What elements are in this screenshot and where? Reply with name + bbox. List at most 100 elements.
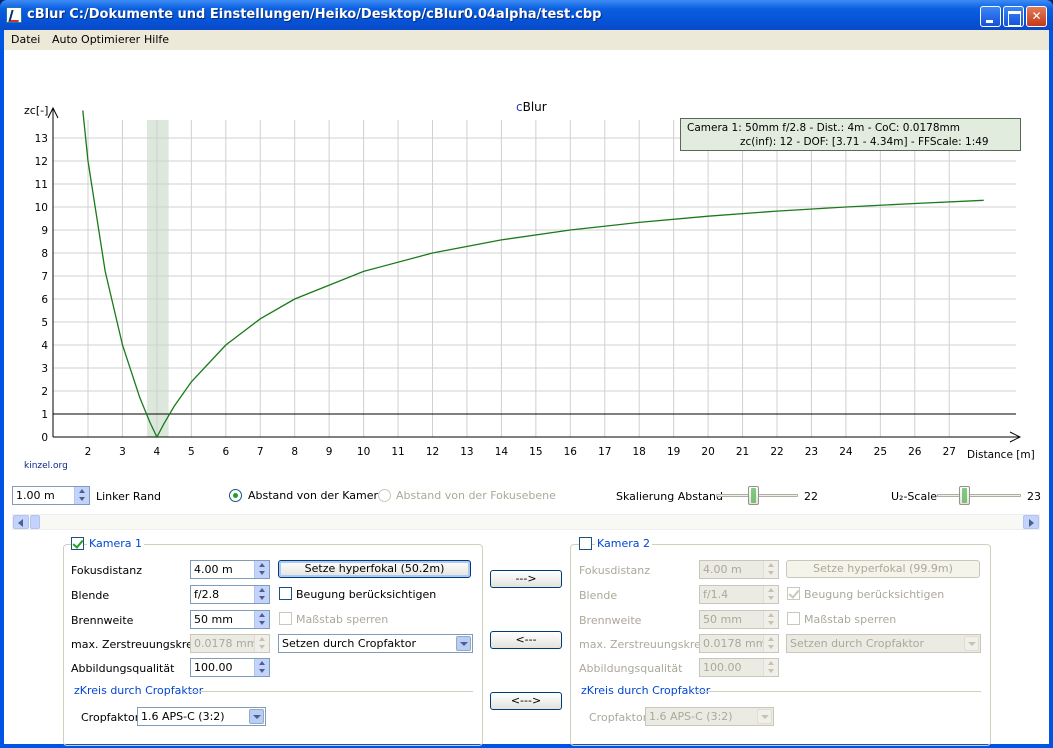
camera1-title[interactable]: Kamera 1: [87, 537, 145, 550]
camera1-coc-mode-select[interactable]: Setzen durch Cropfaktor: [278, 634, 473, 653]
camera2-focus-spinbox[interactable]: 4.00 m: [699, 560, 779, 579]
camera2-lock-scale-label[interactable]: Maßstab sperren: [804, 613, 896, 626]
camera2-title[interactable]: Kamera 2: [595, 537, 653, 550]
x-tick-label: 16: [564, 446, 578, 458]
x-tick-label: 24: [839, 446, 853, 458]
x-tick-label: 20: [701, 446, 714, 458]
scroll-left-icon[interactable]: [13, 515, 29, 529]
app-icon[interactable]: [6, 7, 22, 23]
blur-chart[interactable]: 2 3 4 5 6 7 8 9 10 11 12 13 14 15 16 17 18 19 20 21 22 23 24 25…: [4, 50, 1049, 476]
y-axis-label: zc[-]: [24, 104, 48, 117]
camera1-diffraction-checkbox[interactable]: [279, 587, 292, 600]
camera2-focal-label: Brennweite: [579, 614, 642, 627]
camera1-hyperfocal-button[interactable]: Setze hyperfokal (50.2m): [278, 560, 471, 578]
spin-arrows-icon[interactable]: [254, 586, 269, 603]
chart-area[interactable]: 2 3 4 5 6 7 8 9 10 11 12 13 14 15 16 17 18 19 20 21 22 23 24 25…: [4, 50, 1049, 476]
x-tick-label: 3: [119, 446, 126, 458]
spin-arrows-icon[interactable]: [763, 586, 778, 603]
left-edge-label: Linker Rand: [96, 490, 162, 503]
camera2-focal-spinbox[interactable]: 50 mm: [699, 610, 779, 629]
camera2-lock-scale-checkbox[interactable]: [787, 612, 800, 625]
camera2-quality-spinbox[interactable]: 100.00: [699, 658, 779, 677]
uscale-slider[interactable]: [937, 494, 1021, 497]
camera2-coc-spinbox[interactable]: 0.0178 mm: [699, 634, 779, 653]
chart-title-rest: Blur: [523, 100, 547, 114]
spin-arrows-icon[interactable]: [254, 611, 269, 628]
camera2-coc-mode-select[interactable]: Setzen durch Cropfaktor: [786, 634, 981, 653]
camera2-aperture-label: Blende: [579, 589, 618, 602]
uscale-thumb[interactable]: [958, 486, 970, 505]
camera1-lock-scale-checkbox[interactable]: [279, 612, 292, 625]
copy-right-button[interactable]: --->: [490, 570, 562, 588]
x-tick-label: 23: [805, 446, 818, 458]
spin-arrows-icon[interactable]: [763, 635, 778, 652]
chevron-down-icon[interactable]: [757, 709, 772, 724]
radio-distance-camera[interactable]: [229, 489, 242, 502]
y-tick-label: 5: [41, 317, 48, 329]
scale-distance-thumb[interactable]: [747, 486, 759, 505]
radio-distance-camera-label[interactable]: Abstand von der Kamera: [248, 489, 385, 502]
spin-arrows-icon[interactable]: [763, 561, 778, 578]
chevron-down-icon[interactable]: [249, 709, 264, 724]
camera2-quality-label: Abbildungsqualität: [579, 662, 683, 675]
camera1-diffraction-label[interactable]: Beugung berücksichtigen: [296, 588, 436, 601]
camera2-diffraction-label[interactable]: Beugung berücksichtigen: [804, 588, 944, 601]
y-tick-label: 0: [41, 432, 48, 444]
y-tick-label: 7: [41, 271, 48, 283]
horizontal-scrollbar[interactable]: [12, 514, 1040, 530]
chevron-down-icon[interactable]: [456, 636, 471, 651]
camera1-crop-separator: [188, 691, 473, 692]
scroll-right-icon[interactable]: [1023, 515, 1039, 529]
spin-arrows-icon[interactable]: [254, 659, 269, 676]
spin-arrows-icon[interactable]: [763, 659, 778, 676]
scroll-thumb[interactable]: [30, 515, 40, 529]
app-window: cBlur C:/Dokumente und Einstellungen/Hei…: [0, 0, 1053, 748]
camera1-quality-spinbox[interactable]: 100.00: [190, 658, 270, 677]
x-tick-label: 5: [188, 446, 195, 458]
radio-distance-focus[interactable]: [378, 489, 391, 502]
camera2-hyperfocal-button[interactable]: Setze hyperfokal (99.9m): [786, 560, 980, 578]
menu-datei[interactable]: Datei: [11, 33, 40, 46]
camera1-focal-spinbox[interactable]: 50 mm: [190, 610, 270, 629]
title-bar[interactable]: cBlur C:/Dokumente und Einstellungen/Hei…: [0, 0, 1053, 30]
x-tick-label: 17: [598, 446, 611, 458]
menu-auto-optimierer[interactable]: Auto Optimierer: [52, 33, 140, 46]
camera1-focus-label: Fokusdistanz: [71, 564, 142, 577]
camera1-aperture-spinbox[interactable]: f/2.8: [190, 585, 270, 604]
y-tick-label: 12: [35, 156, 48, 168]
camera1-crop-select[interactable]: 1.6 APS-C (3:2): [137, 707, 266, 726]
close-button[interactable]: ✕: [1026, 6, 1047, 27]
camera2-crop-select[interactable]: 1.6 APS-C (3:2): [645, 707, 774, 726]
x-tick-label: 11: [391, 446, 404, 458]
camera1-coc-label: max. Zerstreuungskreis: [71, 638, 202, 651]
y-tick-label: 2: [41, 386, 48, 398]
camera2-checkbox[interactable]: [579, 537, 592, 550]
spin-arrows-icon[interactable]: [254, 561, 269, 578]
camera2-focus-value: 4.00 m: [703, 563, 742, 576]
radio-distance-focus-label[interactable]: Abstand von der Fokusebene: [396, 489, 556, 502]
camera2-diffraction-checkbox[interactable]: [787, 587, 800, 600]
menu-bar: Datei Auto Optimierer Hilfe: [4, 30, 1049, 50]
camera1-coc-spinbox[interactable]: 0.0178 mm: [190, 634, 270, 653]
maximize-button[interactable]: [1003, 6, 1024, 27]
x-tick-label: 6: [222, 446, 229, 458]
camera1-coc-mode-value: Setzen durch Cropfaktor: [282, 637, 417, 650]
camera2-crop-value: 1.6 APS-C (3:2): [649, 710, 733, 723]
camera1-lock-scale-label[interactable]: Maßstab sperren: [296, 613, 388, 626]
left-edge-spinbox[interactable]: 1.00 m: [12, 486, 90, 505]
camera2-crop-label: Cropfaktor: [589, 711, 648, 724]
y-tick-label: 8: [41, 248, 48, 260]
camera2-aperture-spinbox[interactable]: f/1.4: [699, 585, 779, 604]
watermark-label: kinzel.org: [24, 461, 68, 471]
menu-hilfe[interactable]: Hilfe: [144, 33, 169, 46]
spin-arrows-icon[interactable]: [254, 635, 269, 652]
swap-button[interactable]: <--->: [490, 692, 562, 710]
x-axis-label: Distance [m]: [967, 449, 1035, 461]
camera1-focus-spinbox[interactable]: 4.00 m: [190, 560, 270, 579]
spin-arrows-icon[interactable]: [763, 611, 778, 628]
camera1-checkbox[interactable]: [71, 537, 84, 550]
chevron-down-icon[interactable]: [964, 636, 979, 651]
minimize-button[interactable]: [980, 6, 1001, 27]
spin-arrows-icon[interactable]: [74, 487, 89, 504]
copy-left-button[interactable]: <---: [490, 631, 562, 649]
